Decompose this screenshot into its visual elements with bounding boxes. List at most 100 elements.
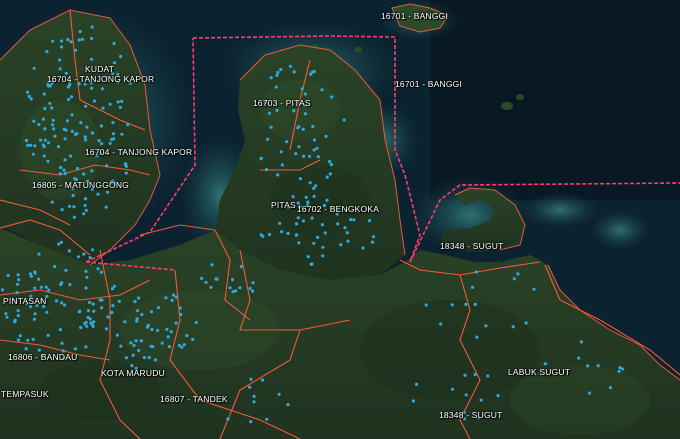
location-point[interactable] (147, 355, 151, 360)
location-point[interactable] (37, 252, 41, 256)
location-point[interactable] (99, 124, 103, 128)
location-point[interactable] (130, 364, 134, 368)
location-point[interactable] (312, 148, 316, 152)
location-point[interactable] (450, 303, 454, 307)
location-point[interactable] (310, 216, 314, 220)
location-point[interactable] (170, 298, 174, 302)
location-point[interactable] (51, 118, 55, 122)
location-point[interactable] (83, 138, 88, 142)
location-point[interactable] (112, 41, 116, 46)
location-point[interactable] (80, 37, 85, 41)
location-point[interactable] (68, 282, 72, 287)
location-point[interactable] (174, 321, 178, 325)
location-point[interactable] (104, 205, 108, 209)
location-point[interactable] (39, 285, 43, 289)
location-point[interactable] (146, 323, 150, 327)
location-point[interactable] (226, 417, 230, 421)
location-point[interactable] (119, 54, 123, 59)
location-point[interactable] (92, 320, 96, 324)
location-point[interactable] (24, 138, 28, 143)
location-point[interactable] (479, 398, 483, 402)
location-point[interactable] (135, 309, 140, 313)
location-point[interactable] (269, 125, 273, 129)
location-point[interactable] (13, 320, 17, 324)
location-point[interactable] (586, 364, 590, 368)
location-point[interactable] (596, 364, 600, 368)
location-point[interactable] (185, 333, 189, 338)
location-point[interactable] (252, 400, 256, 404)
location-point[interactable] (63, 158, 67, 162)
location-point[interactable] (248, 286, 252, 291)
location-point[interactable] (251, 281, 255, 285)
location-point[interactable] (85, 125, 89, 129)
location-point[interactable] (302, 154, 306, 158)
location-point[interactable] (63, 137, 67, 141)
location-point[interactable] (312, 194, 316, 198)
location-point[interactable] (260, 378, 265, 382)
location-point[interactable] (33, 144, 37, 148)
location-point[interactable] (292, 109, 296, 113)
location-point[interactable] (106, 315, 110, 319)
location-point[interactable] (259, 157, 263, 161)
location-point[interactable] (92, 99, 96, 103)
location-point[interactable] (474, 270, 478, 274)
location-point[interactable] (123, 320, 127, 324)
location-point[interactable] (58, 58, 62, 62)
location-point[interactable] (140, 312, 144, 317)
location-point[interactable] (100, 142, 104, 146)
location-point[interactable] (276, 70, 280, 75)
location-point[interactable] (280, 163, 284, 167)
location-point[interactable] (316, 155, 320, 159)
location-point[interactable] (204, 280, 208, 284)
location-point[interactable] (76, 166, 80, 171)
location-point[interactable] (301, 219, 305, 223)
location-point[interactable] (291, 195, 295, 199)
location-point[interactable] (511, 325, 515, 329)
location-point[interactable] (167, 345, 172, 349)
location-point[interactable] (16, 338, 21, 342)
location-point[interactable] (308, 154, 312, 158)
location-point[interactable] (119, 344, 123, 348)
location-point[interactable] (59, 45, 64, 49)
location-point[interactable] (67, 249, 71, 253)
location-point[interactable] (298, 177, 302, 181)
location-point[interactable] (85, 324, 89, 328)
location-point[interactable] (66, 97, 71, 101)
location-point[interactable] (31, 152, 35, 156)
location-point[interactable] (37, 122, 41, 127)
location-point[interactable] (169, 330, 173, 334)
location-point[interactable] (58, 172, 62, 176)
location-point[interactable] (178, 306, 182, 310)
location-point[interactable] (60, 281, 64, 285)
location-point[interactable] (368, 219, 372, 223)
location-point[interactable] (194, 320, 198, 325)
location-point[interactable] (301, 127, 305, 131)
location-point[interactable] (64, 268, 68, 272)
location-point[interactable] (451, 387, 455, 391)
location-point[interactable] (26, 143, 30, 147)
location-point[interactable] (82, 212, 86, 216)
location-point[interactable] (124, 162, 128, 166)
location-point[interactable] (52, 127, 56, 131)
location-point[interactable] (45, 310, 49, 314)
location-point[interactable] (83, 203, 87, 208)
location-point[interactable] (191, 337, 195, 342)
location-point[interactable] (24, 347, 28, 351)
location-point[interactable] (16, 309, 20, 313)
location-point[interactable] (314, 184, 318, 188)
location-point[interactable] (90, 169, 94, 173)
location-point[interactable] (608, 386, 613, 390)
location-point[interactable] (252, 394, 256, 398)
location-point[interactable] (137, 348, 141, 353)
location-point[interactable] (132, 343, 136, 347)
location-point[interactable] (251, 289, 255, 293)
location-point[interactable] (139, 339, 143, 343)
location-point[interactable] (89, 57, 94, 61)
location-point[interactable] (277, 392, 281, 396)
location-point[interactable] (59, 39, 64, 43)
location-point[interactable] (82, 172, 86, 176)
location-point[interactable] (92, 309, 96, 313)
location-point[interactable] (297, 145, 301, 149)
location-point[interactable] (43, 127, 47, 131)
location-point[interactable] (325, 175, 329, 179)
